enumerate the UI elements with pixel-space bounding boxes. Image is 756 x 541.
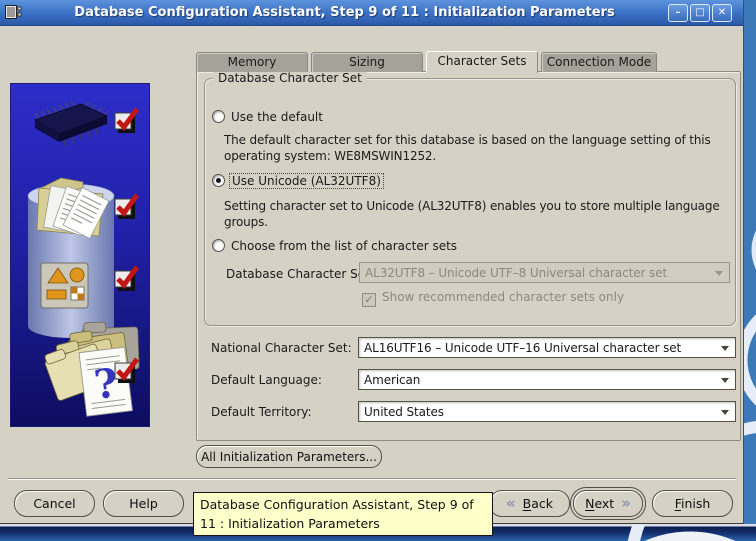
radio-choose-list[interactable]: Choose from the list of character sets xyxy=(212,239,457,253)
radio-choose-list-label[interactable]: Choose from the list of character sets xyxy=(231,239,457,253)
all-initialization-parameters-button[interactable]: All Initialization Parameters... xyxy=(196,445,382,468)
radio-use-unicode[interactable]: Use Unicode (AL32UTF8) xyxy=(212,173,384,189)
help-button[interactable]: Help xyxy=(103,490,184,517)
finish-button[interactable]: Finish xyxy=(652,490,733,517)
checkbox-icon: ✓ xyxy=(362,293,376,307)
checkmark-icon xyxy=(114,265,140,291)
window-title: Database Configuration Assistant, Step 9… xyxy=(74,5,615,20)
database-character-set-group: Database Character Set Use the default T… xyxy=(204,71,736,326)
tooltip-line1: Database Configuration Assistant, Step 9… xyxy=(200,497,474,512)
cancel-button[interactable]: Cancel xyxy=(14,490,95,517)
show-recommended-checkbox-row: ✓ Show recommended character sets only xyxy=(362,290,624,307)
tab-memory[interactable]: Memory xyxy=(196,52,308,72)
dropdown-arrow-icon xyxy=(721,346,729,351)
checkmark-icon xyxy=(114,107,140,133)
next-button[interactable]: Next » xyxy=(573,490,643,517)
radio-icon[interactable] xyxy=(212,239,225,252)
back-chevron-icon: « xyxy=(505,494,516,512)
back-button[interactable]: « Back xyxy=(489,490,570,517)
dropdown-arrow-icon xyxy=(721,378,729,383)
tab-bar: Memory Sizing Character Sets Connection … xyxy=(196,51,657,73)
group-title: Database Character Set xyxy=(213,71,367,85)
default-territory-dropdown[interactable]: United States xyxy=(358,401,736,422)
window-controls: – □ ✕ xyxy=(666,3,732,22)
use-unicode-description: Setting character set to Unicode (AL32UT… xyxy=(224,199,720,229)
checkbox-check-icon: ✓ xyxy=(364,293,374,306)
close-button[interactable]: ✕ xyxy=(712,3,732,22)
tooltip: Database Configuration Assistant, Step 9… xyxy=(193,492,493,536)
checkmark-icon xyxy=(114,357,140,383)
radio-icon[interactable] xyxy=(212,110,225,123)
db-charset-dropdown: AL32UTF8 – Unicode UTF–8 Universal chara… xyxy=(359,262,730,283)
national-charset-label: National Character Set: xyxy=(211,341,352,355)
dbca-window: Database Configuration Assistant, Step 9… xyxy=(0,0,744,524)
default-language-label: Default Language: xyxy=(211,373,322,387)
radio-icon-selected[interactable] xyxy=(212,174,225,187)
radio-use-default-label[interactable]: Use the default xyxy=(231,110,323,124)
default-language-dropdown[interactable]: American xyxy=(358,369,736,390)
radio-use-default[interactable]: Use the default xyxy=(212,110,323,124)
shapes-icon xyxy=(40,262,89,309)
minimize-button[interactable]: – xyxy=(668,3,688,22)
tooltip-line2: 11 : Initialization Parameters xyxy=(200,516,380,531)
radio-use-unicode-label[interactable]: Use Unicode (AL32UTF8) xyxy=(229,173,384,189)
national-charset-dropdown[interactable]: AL16UTF16 – Unicode UTF–16 Universal cha… xyxy=(358,337,736,358)
character-sets-panel: Database Character Set Use the default T… xyxy=(196,71,741,441)
footer-separator xyxy=(8,478,736,480)
default-territory-value: United States xyxy=(364,404,444,419)
default-territory-label: Default Territory: xyxy=(211,405,312,419)
tab-connection-mode[interactable]: Connection Mode xyxy=(541,52,657,72)
dropdown-arrow-icon xyxy=(715,271,723,276)
checkmark-icon xyxy=(114,193,140,219)
window-menu-icon[interactable] xyxy=(3,4,23,22)
default-language-value: American xyxy=(364,372,421,387)
titlebar: Database Configuration Assistant, Step 9… xyxy=(0,0,743,26)
db-charset-label: Database Character Set: xyxy=(226,267,374,281)
show-recommended-label: Show recommended character sets only xyxy=(382,290,625,304)
next-chevron-icon: » xyxy=(621,494,631,512)
db-charset-value: AL32UTF8 – Unicode UTF–8 Universal chara… xyxy=(365,265,668,280)
national-charset-value: AL16UTF16 – Unicode UTF–16 Universal cha… xyxy=(364,340,682,355)
sidebar-illustration: ? xyxy=(10,83,150,427)
dropdown-arrow-icon xyxy=(721,410,729,415)
tab-sizing[interactable]: Sizing xyxy=(311,52,423,72)
maximize-button[interactable]: □ xyxy=(690,3,710,22)
tab-character-sets[interactable]: Character Sets xyxy=(426,51,538,73)
use-default-description: The default character set for this datab… xyxy=(224,133,711,163)
